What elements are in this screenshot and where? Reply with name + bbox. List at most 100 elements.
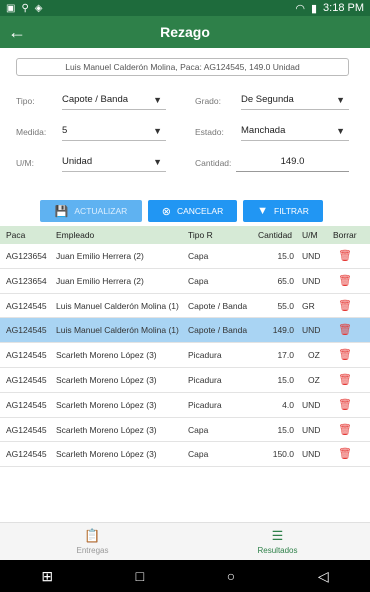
um-label: U/M: (16, 158, 34, 168)
cell-cantidad: 149.0 (272, 325, 294, 336)
actualizar-label: ACTUALIZAR (74, 206, 128, 216)
chevron-down-icon: ▼ (153, 156, 162, 167)
col-um: U/M (302, 230, 318, 240)
table-row[interactable]: AG124545 Luis Manuel Calderón Molina (1)… (0, 294, 370, 319)
cell-um: OZ (308, 374, 320, 385)
delete-icon[interactable]: 🗑 (338, 343, 352, 367)
cell-um: UND (302, 251, 321, 261)
cancelar-label: CANCELAR (176, 206, 224, 216)
cell-cantidad: 15.0 (277, 424, 294, 435)
recents-icon[interactable]: □ (136, 568, 144, 584)
status-bar: ▣ ⚲ ◈ ◠ ▮ 3:18 PM (0, 0, 370, 16)
page-title: Rezago (160, 24, 210, 40)
delete-icon[interactable]: 🗑 (338, 244, 352, 268)
list-icon: ☰ (271, 528, 284, 543)
estado-value: Manchada (241, 125, 286, 136)
table-row[interactable]: AG123654 Juan Emilio Herrera (2) Capa 65… (0, 269, 370, 294)
cell-tipo: Capa (188, 424, 209, 435)
cell-empleado: Scarleth Moreno López (3) (56, 424, 157, 435)
estado-label: Estado: (195, 127, 224, 137)
system-navigation-bar: ⊞ □ ○ ◁ (0, 560, 370, 592)
wifi-icon: ◠ (295, 2, 305, 15)
usb-icon: ⚲ (21, 2, 29, 14)
cantidad-input[interactable]: 149.0 (236, 152, 349, 172)
cell-empleado: Scarleth Moreno López (3) (56, 449, 157, 460)
table-row[interactable]: AG124545 Scarleth Moreno López (3) Picad… (0, 343, 370, 368)
bottom-navigation: 📋 Entregas ☰ Resultados (0, 522, 370, 560)
nav-resultados[interactable]: ☰ Resultados (185, 523, 370, 560)
delete-icon[interactable]: 🗑 (338, 393, 352, 417)
selection-summary: Luis Manuel Calderón Molina, Paca: AG124… (16, 58, 349, 76)
filtrar-label: FILTRAR (274, 206, 309, 216)
cell-um: UND (302, 399, 321, 410)
cell-paca: AG124545 (6, 399, 47, 410)
chevron-down-icon: ▼ (336, 94, 345, 105)
nav-entregas-label: Entregas (76, 546, 109, 555)
cell-empleado: Scarleth Moreno López (3) (56, 374, 157, 385)
home-icon[interactable]: ○ (227, 568, 235, 584)
cell-tipo: Picadura (188, 399, 222, 410)
delete-icon[interactable]: 🗑 (338, 318, 352, 342)
tipo-label: Tipo: (16, 96, 35, 106)
table-row[interactable]: AG124545 Scarleth Moreno López (3) Picad… (0, 368, 370, 393)
cell-empleado: Juan Emilio Herrera (2) (56, 275, 144, 286)
cell-paca: AG124545 (6, 424, 47, 435)
cell-paca: AG123654 (6, 275, 47, 286)
battery-icon: ▮ (310, 2, 318, 15)
table-header: Paca Empleado Tipo R Cantidad U/M Borrar (0, 226, 370, 244)
tipo-select[interactable]: Capote / Banda ▼ (62, 90, 166, 110)
table-row[interactable]: AG124545 Scarleth Moreno López (3) Capa … (0, 442, 370, 468)
estado-select[interactable]: Manchada ▼ (241, 121, 349, 141)
delete-icon[interactable]: 🗑 (338, 442, 352, 466)
table-body: AG123654 Juan Emilio Herrera (2) Capa 15… (0, 244, 370, 468)
sim-icon: ▣ (6, 2, 16, 14)
chevron-down-icon: ▼ (153, 94, 162, 105)
medida-select[interactable]: 5 ▼ (62, 121, 166, 141)
filtrar-button[interactable]: ▼ FILTRAR (243, 200, 323, 222)
save-icon: 💾 (54, 205, 69, 218)
chevron-down-icon: ▼ (336, 125, 345, 136)
cell-um: UND (302, 449, 321, 460)
delete-icon[interactable]: 🗑 (338, 294, 352, 318)
delete-icon[interactable]: 🗑 (338, 269, 352, 293)
cell-tipo: Capa (188, 449, 209, 460)
cell-empleado: Luis Manuel Calderón Molina (1) (56, 300, 179, 311)
cell-empleado: Juan Emilio Herrera (2) (56, 251, 144, 261)
cell-tipo: Capa (188, 251, 209, 261)
back-arrow-icon[interactable]: ← (0, 16, 34, 48)
cell-cantidad: 65.0 (277, 275, 294, 286)
cancel-icon: ⊗ (161, 205, 171, 218)
delete-icon[interactable]: 🗑 (338, 418, 352, 442)
status-right: ◠ ▮ 3:18 PM (295, 2, 364, 15)
status-left: ▣ ⚲ ◈ (6, 3, 42, 14)
screenshot-icon[interactable]: ⊞ (41, 568, 53, 585)
table-row[interactable]: AG124545 Scarleth Moreno López (3) Capa … (0, 418, 370, 443)
col-empleado: Empleado (56, 230, 95, 240)
cell-paca: AG124545 (6, 374, 47, 385)
um-value: Unidad (62, 156, 93, 167)
grado-select[interactable]: De Segunda ▼ (241, 90, 349, 110)
back-icon[interactable]: ◁ (318, 568, 329, 585)
table-row[interactable]: AG123654 Juan Emilio Herrera (2) Capa 15… (0, 244, 370, 269)
table-row[interactable]: AG124545 Scarleth Moreno López (3) Picad… (0, 393, 370, 418)
um-select[interactable]: Unidad ▼ (62, 152, 166, 172)
cell-paca: AG124545 (6, 350, 47, 361)
grado-label: Grado: (195, 96, 221, 106)
delete-icon[interactable]: 🗑 (338, 368, 352, 392)
cantidad-label: Cantidad: (195, 158, 232, 168)
cell-empleado: Luis Manuel Calderón Molina (1) (56, 325, 179, 336)
cell-cantidad: 15.0 (277, 374, 294, 385)
medida-label: Medida: (16, 127, 47, 137)
actualizar-button[interactable]: 💾 ACTUALIZAR (40, 200, 142, 222)
cell-cantidad: 17.0 (277, 350, 294, 361)
cell-cantidad: 55.0 (277, 300, 294, 311)
cell-empleado: Scarleth Moreno López (3) (56, 350, 157, 361)
nav-entregas[interactable]: 📋 Entregas (0, 523, 185, 560)
app-bar: ← Rezago (0, 16, 370, 48)
table-row-selected[interactable]: AG124545 Luis Manuel Calderón Molina (1)… (0, 318, 370, 344)
cancelar-button[interactable]: ⊗ CANCELAR (148, 200, 237, 222)
cell-um: UND (302, 424, 321, 435)
cell-tipo: Capote / Banda (188, 325, 248, 336)
clipboard-icon: 📋 (84, 528, 101, 543)
medida-value: 5 (62, 125, 68, 136)
